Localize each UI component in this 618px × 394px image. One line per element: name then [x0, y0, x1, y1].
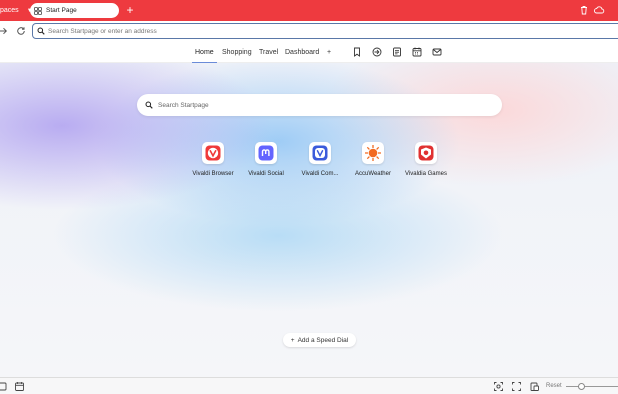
trash-icon[interactable] — [578, 4, 590, 16]
startpage-content: Vivaldi Browser Vivaldi Social Vivaldi C… — [0, 63, 618, 377]
speed-dial-vivaldi-social[interactable]: Vivaldi Social — [236, 142, 296, 177]
speed-dial-vivaldia-games[interactable]: Vivaldia Games — [396, 142, 456, 177]
tab-travel[interactable]: Travel — [256, 42, 281, 63]
history-icon[interactable] — [371, 46, 383, 58]
speed-dial-accuweather[interactable]: AccuWeather — [343, 142, 403, 177]
address-field[interactable] — [32, 23, 618, 39]
vivaldi-community-icon — [309, 142, 331, 164]
speed-dial-label: AccuWeather — [355, 171, 391, 177]
games-icon — [415, 142, 437, 164]
speed-dial-vivaldi-browser[interactable]: Vivaldi Browser — [183, 142, 243, 177]
address-input[interactable] — [48, 27, 588, 35]
startpage-search-box[interactable] — [137, 94, 502, 116]
tab-home[interactable]: Home — [192, 42, 217, 63]
search-icon — [37, 27, 45, 35]
speed-dial-label: Vivaldi Com... — [301, 171, 339, 177]
workspaces-label: paces — [0, 7, 19, 14]
tab-bar: paces ▼ Start Page + — [0, 0, 618, 21]
new-tab-button[interactable]: + — [124, 2, 136, 18]
add-speed-dial-button[interactable]: + Add a Speed Dial — [283, 333, 356, 347]
window-icon[interactable] — [0, 381, 8, 392]
tab-dashboard[interactable]: Dashboard — [282, 42, 322, 63]
zoom-slider-handle[interactable] — [578, 383, 585, 390]
reload-icon[interactable] — [15, 25, 27, 37]
bookmarks-icon[interactable] — [351, 46, 363, 58]
tile-icon[interactable] — [511, 381, 522, 392]
search-icon — [145, 101, 153, 109]
tab-title: Start Page — [46, 7, 77, 14]
mastodon-icon — [255, 142, 277, 164]
startpage-navigation: Home Shopping Travel Dashboard + — [0, 42, 618, 63]
notes-icon[interactable] — [391, 46, 403, 58]
plus-icon: + — [290, 336, 295, 344]
speed-dial-label: Vivaldi Browser — [192, 171, 234, 177]
calendar-icon[interactable] — [14, 381, 25, 392]
capture-icon[interactable] — [493, 381, 504, 392]
startpage-search-input[interactable] — [158, 101, 478, 109]
zoom-slider[interactable] — [566, 383, 618, 390]
calendar-icon[interactable] — [411, 46, 423, 58]
image-icon[interactable] — [529, 381, 540, 392]
add-speed-dial-label: Add a Speed Dial — [297, 336, 349, 344]
mail-icon[interactable] — [431, 46, 443, 58]
startpage-grid-icon — [34, 6, 42, 15]
zoom-reset-button[interactable]: Reset — [546, 381, 562, 392]
sun-icon — [362, 142, 384, 164]
tab-shopping[interactable]: Shopping — [219, 42, 255, 63]
workspaces-button[interactable]: paces ▼ — [0, 0, 33, 21]
forward-icon[interactable] — [0, 25, 9, 37]
speed-dial-label: Vivaldi Social — [248, 171, 284, 177]
address-toolbar — [0, 21, 618, 42]
cloud-sync-icon[interactable] — [593, 4, 605, 16]
tab-start-page[interactable]: Start Page — [30, 3, 119, 18]
status-bar: Reset — [0, 377, 618, 394]
vivaldi-icon — [202, 142, 224, 164]
speed-dial-label: Vivaldia Games — [405, 171, 447, 177]
add-startpage-tab-button[interactable]: + — [324, 42, 334, 63]
speed-dial-vivaldi-community[interactable]: Vivaldi Com... — [290, 142, 350, 177]
